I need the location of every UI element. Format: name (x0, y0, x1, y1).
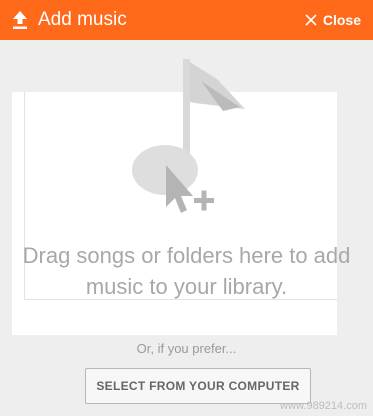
close-button[interactable]: Close (305, 9, 361, 31)
watermark: www.989214.com (280, 400, 367, 412)
dialog-title: Add music (38, 9, 127, 30)
alternate-prompt: Or, if you prefer... (136, 341, 237, 356)
drag-instructions: Drag songs or folders here to add music … (22, 243, 351, 299)
select-from-computer-button[interactable]: SELECT FROM YOUR COMPUTER (85, 368, 311, 404)
close-label: Close (322, 12, 361, 28)
music-note-with-cursor-plus-icon (132, 59, 245, 213)
dialog-header: Add music Close (0, 0, 373, 40)
close-icon (305, 14, 317, 26)
upload-icon (13, 11, 27, 29)
